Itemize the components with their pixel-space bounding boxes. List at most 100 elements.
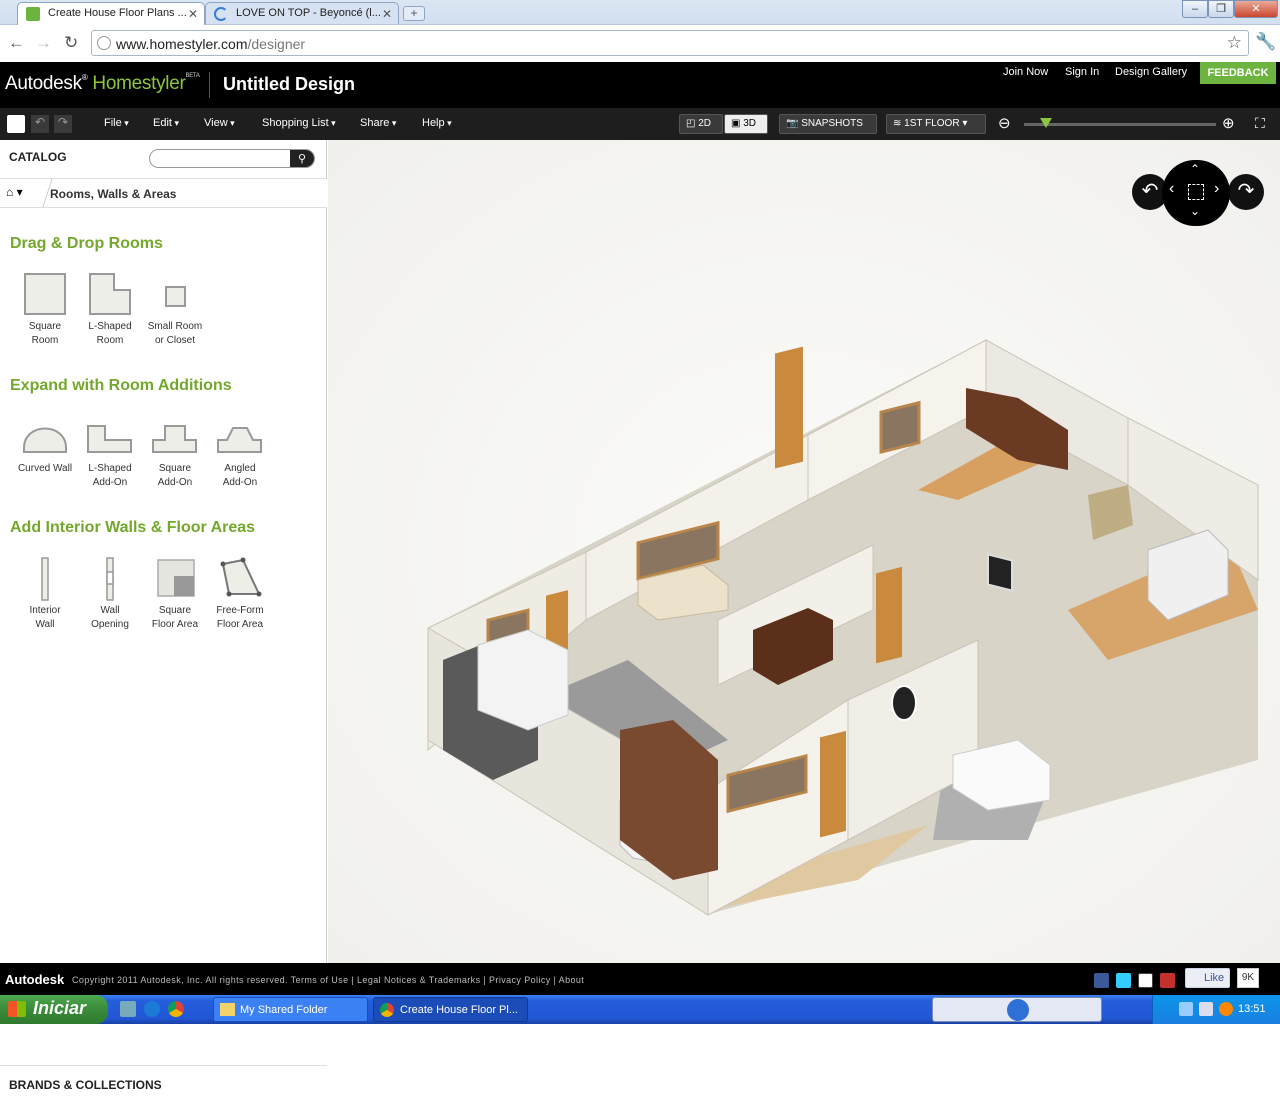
page-icon [97, 36, 111, 50]
design-title[interactable]: Untitled Design [223, 74, 355, 95]
tab-title: Create House Floor Plans ... [48, 7, 187, 19]
tv-screen [987, 553, 1013, 592]
floor-selector[interactable]: ≋ 1ST FLOOR ▾ [886, 114, 986, 134]
youtube-icon[interactable] [1160, 973, 1175, 988]
reload-icon[interactable]: ↻ [64, 33, 78, 53]
square-floor-area-icon [157, 559, 195, 597]
rotate-right-icon[interactable]: ↷ [1228, 174, 1264, 210]
quicklaunch-ie-icon[interactable] [144, 1001, 160, 1017]
3d-icon: ▣ [731, 118, 744, 129]
curved-wall-icon [23, 427, 67, 453]
door-living [775, 346, 803, 469]
new-tab-button[interactable]: + [403, 6, 425, 21]
quicklaunch-desktop-icon[interactable] [120, 1001, 136, 1017]
pan-down-icon[interactable]: ⌄ [1190, 204, 1200, 218]
catalog-item-square-room[interactable]: Square Room [14, 270, 76, 348]
tray-volume-icon[interactable] [1199, 1002, 1213, 1016]
close-window-button[interactable]: ✕ [1234, 0, 1278, 18]
catalog-item-l-shaped-addon[interactable]: L-Shaped Add-On [79, 412, 141, 490]
clock: 13:51 [1238, 1003, 1266, 1015]
kitchen-counter-white [477, 629, 569, 731]
floor-plan-3d-render [427, 339, 1259, 916]
catalog-item-interior-wall[interactable]: Interior Wall [14, 554, 76, 632]
view-2d-button[interactable]: ◰ 2D [679, 114, 723, 134]
tab-title: LOVE ON TOP - Beyoncé (l... [236, 7, 381, 19]
wrench-icon[interactable]: 🔧 [1255, 32, 1276, 52]
interior-wall-icon [41, 557, 49, 601]
section-room-additions: Expand with Room Additions [10, 377, 232, 394]
menu-share[interactable]: Share [360, 117, 396, 129]
brands-collections-header[interactable]: BRANDS & COLLECTIONS [0, 1065, 327, 1103]
play-icon[interactable] [1007, 999, 1029, 1021]
catalog-search[interactable]: ⚲ [149, 149, 315, 168]
catalog-item-curved-wall[interactable]: Curved Wall [14, 412, 76, 476]
homestyler-logo[interactable]: Autodesk® HomestylerBETA [5, 73, 200, 95]
catalog-item-free-form-floor-area[interactable]: Free-Form Floor Area [209, 554, 271, 632]
close-tab-icon[interactable]: ✕ [382, 7, 392, 21]
home-icon[interactable]: ⌂ ▾ [6, 185, 23, 199]
2d-icon: ◰ [686, 118, 699, 129]
restore-button[interactable]: ❐ [1208, 0, 1234, 18]
tray-app-icon[interactable] [1219, 1002, 1233, 1016]
pan-left-icon[interactable]: ‹ [1169, 180, 1174, 198]
undo-icon[interactable]: ↶ [31, 115, 49, 133]
tab-love-on-top[interactable]: LOVE ON TOP - Beyoncé (l... ✕ [205, 2, 399, 25]
design-canvas-3d[interactable]: ↶ ↷ ⌃ ⌄ ‹ › [328, 140, 1280, 963]
start-button[interactable]: Iniciar [0, 995, 108, 1024]
catalog-item-square-addon[interactable]: Square Add-On [144, 412, 206, 490]
tab-create-house-floor-plans[interactable]: Create House Floor Plans ... ✕ [17, 2, 205, 25]
breadcrumb-current[interactable]: Rooms, Walls & Areas [50, 187, 176, 201]
copyright-text: Copyright 2011 Autodesk, Inc. All rights… [72, 975, 585, 985]
pan-right-icon[interactable]: › [1214, 180, 1219, 198]
snapshots-button[interactable]: 📷 SNAPSHOTS [779, 114, 877, 134]
catalog-item-small-room[interactable]: Small Room or Closet [144, 270, 206, 348]
view-3d-button[interactable]: ▣ 3D [724, 114, 768, 134]
menu-help[interactable]: Help [422, 117, 452, 129]
browser-window-chrome: Create House Floor Plans ... ✕ LOVE ON T… [0, 0, 1280, 62]
menu-edit[interactable]: Edit [153, 117, 179, 129]
zoom-slider[interactable] [1024, 118, 1216, 128]
menu-shopping-list[interactable]: Shopping List [262, 117, 336, 129]
minimize-button[interactable]: – [1182, 0, 1208, 18]
catalog-item-l-shaped-room[interactable]: L-Shaped Room [79, 270, 141, 348]
pan-up-icon[interactable]: ⌃ [1190, 162, 1200, 176]
forward-arrow-icon[interactable]: → [35, 33, 52, 53]
tray-network-icon[interactable] [1179, 1002, 1193, 1016]
view-navigation-control[interactable]: ↶ ↷ ⌃ ⌄ ‹ › [1132, 160, 1264, 226]
flickr-icon[interactable] [1138, 973, 1153, 988]
address-bar[interactable]: www.homestyler.com/designer ☆ [91, 30, 1249, 56]
facebook-like-button[interactable]: Like [1185, 968, 1230, 988]
angled-addon-icon [217, 427, 262, 453]
zoom-in-icon[interactable]: ⊕ [1222, 114, 1235, 132]
catalog-item-angled-addon[interactable]: Angled Add-On [209, 412, 271, 490]
catalog-item-square-floor-area[interactable]: Square Floor Area [144, 554, 206, 632]
sign-in-link[interactable]: Sign In [1065, 66, 1099, 78]
task-my-shared-folder[interactable]: My Shared Folder [213, 997, 368, 1022]
catalog-item-wall-opening[interactable]: Wall Opening [79, 554, 141, 632]
media-player-controls[interactable] [932, 997, 1102, 1022]
menu-file[interactable]: File [104, 117, 129, 129]
search-icon[interactable]: ⚲ [290, 150, 314, 167]
quicklaunch-chrome-icon[interactable] [168, 1001, 184, 1017]
redo-icon[interactable]: ↷ [54, 115, 72, 133]
fullscreen-icon[interactable]: ⛶ [1255, 115, 1265, 132]
twitter-icon[interactable] [1116, 973, 1131, 988]
menu-view[interactable]: View [204, 117, 235, 129]
facebook-icon[interactable] [1094, 973, 1109, 988]
back-arrow-icon[interactable]: ← [8, 33, 25, 53]
zoom-out-icon[interactable]: ⊖ [998, 114, 1011, 132]
zoom-slider-thumb[interactable] [1039, 118, 1052, 128]
join-now-link[interactable]: Join Now [1003, 66, 1048, 78]
catalog-search-input[interactable] [156, 150, 294, 167]
design-gallery-link[interactable]: Design Gallery [1115, 66, 1187, 78]
task-create-house-floor-plans[interactable]: Create House Floor Pl... [373, 997, 528, 1022]
autodesk-logo[interactable]: Autodesk [5, 972, 64, 987]
feedback-button[interactable]: FEEDBACK [1200, 62, 1276, 84]
loading-spinner-icon [214, 7, 228, 21]
pan-control[interactable]: ⌃ ⌄ ‹ › [1162, 160, 1230, 226]
bookmark-star-icon[interactable]: ☆ [1227, 33, 1242, 53]
recenter-icon[interactable] [1188, 184, 1204, 200]
wall-opening-icon [106, 557, 114, 601]
save-icon[interactable] [7, 115, 25, 133]
close-tab-icon[interactable]: ✕ [188, 7, 198, 21]
